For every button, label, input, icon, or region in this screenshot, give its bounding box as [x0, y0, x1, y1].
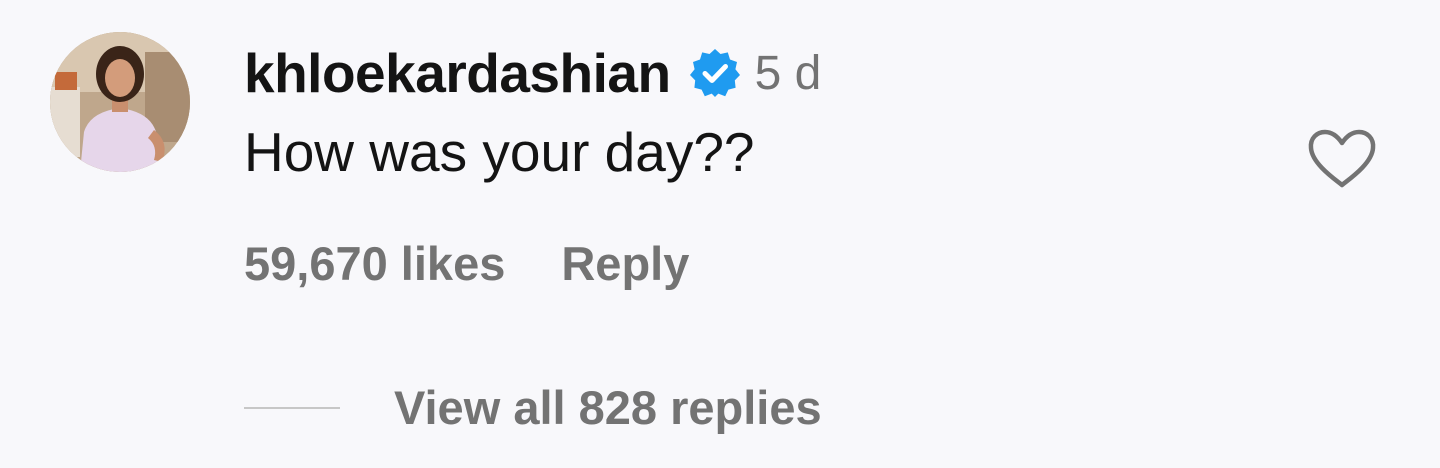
avatar[interactable] — [50, 32, 190, 172]
view-replies-label: View all 828 replies — [394, 381, 822, 434]
verified-badge-icon — [689, 47, 741, 99]
comment-text: How was your day?? — [244, 121, 755, 183]
comment-actions: 59,670 likes Reply — [244, 236, 689, 291]
comment: khloekardashian 5 d How was your day?? 5… — [0, 0, 1440, 468]
avatar-photo — [50, 32, 190, 172]
likes-count[interactable]: 59,670 likes — [244, 236, 505, 291]
like-button[interactable] — [1306, 128, 1378, 190]
comment-header: khloekardashian 5 d — [244, 38, 821, 108]
comment-timestamp: 5 d — [754, 46, 822, 100]
replies-divider-line — [244, 406, 340, 409]
heart-outline-icon — [1308, 129, 1376, 188]
view-replies-button[interactable]: View all 828 replies — [244, 380, 822, 435]
reply-button[interactable]: Reply — [561, 236, 689, 291]
username[interactable]: khloekardashian — [244, 41, 671, 105]
